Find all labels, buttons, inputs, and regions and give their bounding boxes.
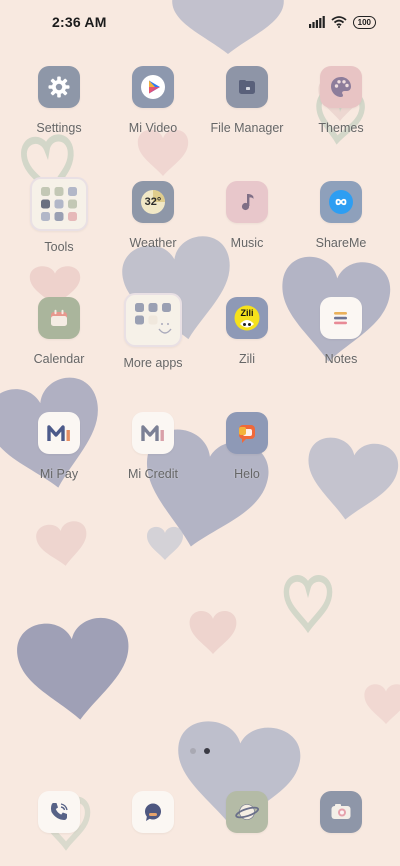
- app-label: Mi Credit: [127, 467, 178, 481]
- wifi-icon: [331, 16, 347, 28]
- app-shareme[interactable]: ShareMe: [294, 181, 388, 250]
- camera-icon: [320, 791, 362, 833]
- app-label: More apps: [123, 356, 183, 370]
- app-label: Music: [230, 236, 264, 250]
- message-bubble-icon: [132, 791, 174, 833]
- zili-logo-text: Zili: [240, 308, 254, 318]
- app-label: Settings: [36, 121, 82, 135]
- infinity-icon: [320, 181, 362, 223]
- app-zili[interactable]: Zili Zili: [200, 297, 294, 366]
- app-notes[interactable]: Notes: [294, 297, 388, 366]
- page-dot: [190, 748, 196, 754]
- weather-temp: 32°: [144, 196, 162, 208]
- folder-grid-icon: [30, 177, 88, 231]
- app-label: Tools: [44, 240, 74, 254]
- app-label: Weather: [129, 236, 177, 250]
- phone-icon: [38, 791, 80, 833]
- planet-icon: [226, 791, 268, 833]
- app-label: File Manager: [210, 121, 284, 135]
- app-more-apps-folder[interactable]: More apps: [106, 293, 200, 370]
- dock-browser[interactable]: [200, 791, 294, 833]
- app-themes[interactable]: Themes: [294, 66, 388, 135]
- gear-icon: [38, 66, 80, 108]
- app-label: Helo: [234, 467, 260, 481]
- folder-icon: [226, 66, 268, 108]
- app-helo[interactable]: Helo: [200, 412, 294, 481]
- app-calendar[interactable]: Calendar: [12, 297, 106, 366]
- mi-credit-icon: [132, 412, 174, 454]
- app-settings[interactable]: Settings: [12, 66, 106, 135]
- app-label: ShareMe: [315, 236, 367, 250]
- app-tools-folder[interactable]: Tools: [12, 177, 106, 254]
- folder-grid-icon: [124, 293, 182, 347]
- app-label: Zili: [239, 352, 255, 366]
- weather-sun-icon: 32°: [132, 181, 174, 223]
- status-time: 2:36 AM: [52, 14, 107, 30]
- calendar-icon: [38, 297, 80, 339]
- status-icons: 100: [308, 15, 376, 29]
- app-mi-credit[interactable]: Mi Credit: [106, 412, 200, 481]
- app-mi-video[interactable]: Mi Video: [106, 66, 200, 135]
- chat-bubble-icon: [226, 412, 268, 454]
- app-label: Notes: [324, 352, 358, 366]
- play-icon: [132, 66, 174, 108]
- app-mi-pay[interactable]: Mi Pay: [12, 412, 106, 481]
- app-weather[interactable]: 32° Weather: [106, 181, 200, 250]
- palette-icon: [320, 66, 362, 108]
- app-label: Calendar: [33, 352, 85, 366]
- zili-logo-icon: Zili: [226, 297, 268, 339]
- battery-indicator: 100: [352, 15, 376, 29]
- dock-phone[interactable]: [12, 791, 106, 833]
- app-label: Mi Video: [128, 121, 178, 135]
- dock-messages[interactable]: [106, 791, 200, 833]
- status-bar: 2:36 AM 100: [0, 0, 400, 44]
- page-indicator[interactable]: [0, 748, 400, 754]
- music-note-icon: [226, 181, 268, 223]
- dock: [0, 791, 400, 835]
- mi-pay-icon: [38, 412, 80, 454]
- app-music[interactable]: Music: [200, 181, 294, 250]
- page-dot-active: [204, 748, 210, 754]
- notes-icon: [320, 297, 362, 339]
- app-file-manager[interactable]: File Manager: [200, 66, 294, 135]
- app-label: Mi Pay: [39, 467, 79, 481]
- signal-icon: [308, 16, 325, 28]
- dock-camera[interactable]: [294, 791, 388, 833]
- app-label: Themes: [318, 121, 364, 135]
